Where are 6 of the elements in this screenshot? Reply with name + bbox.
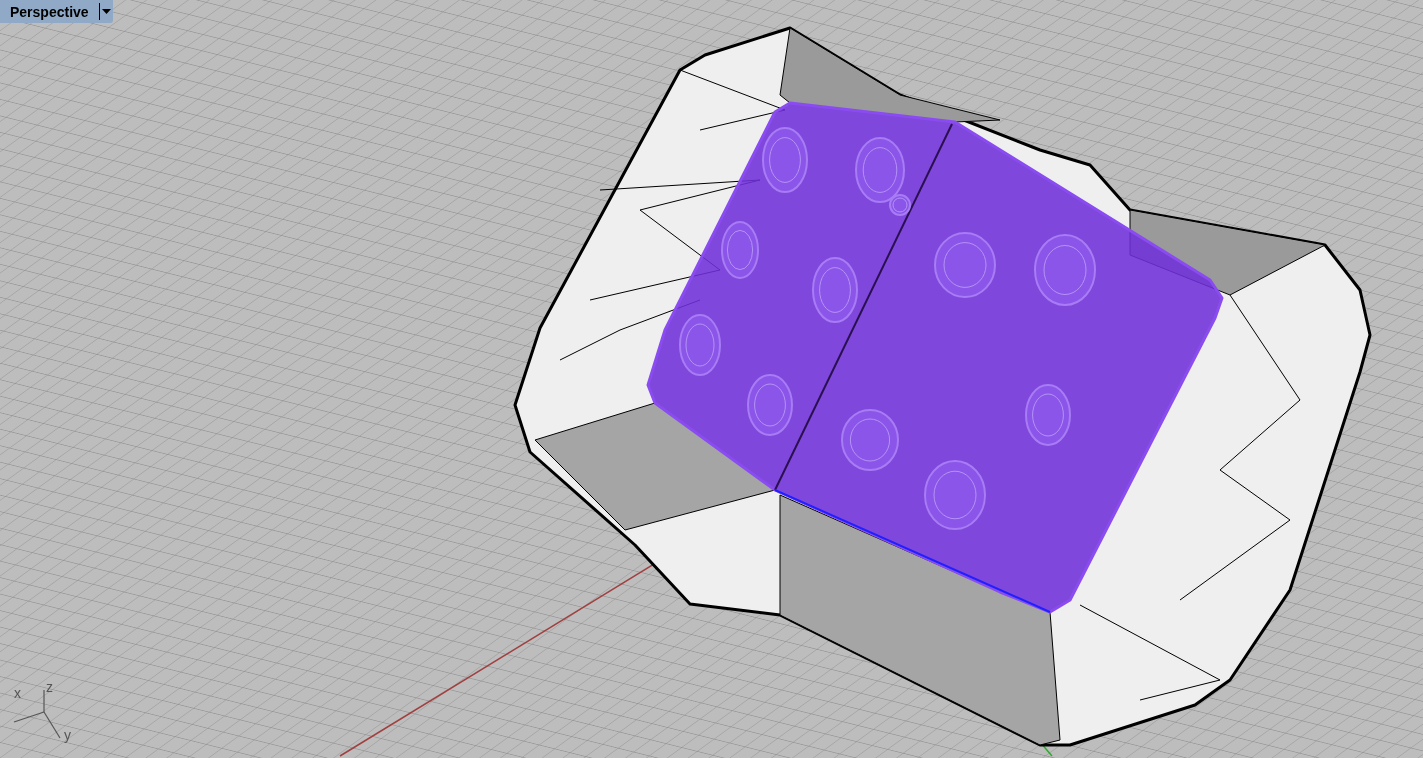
viewport-title-button[interactable]: Perspective [0, 0, 99, 23]
axis-label: z [46, 679, 53, 695]
axis-label: x [14, 685, 21, 701]
caret-icon [101, 9, 111, 14]
axis-label: y [64, 727, 71, 743]
viewport-menu-button[interactable] [98, 3, 113, 20]
